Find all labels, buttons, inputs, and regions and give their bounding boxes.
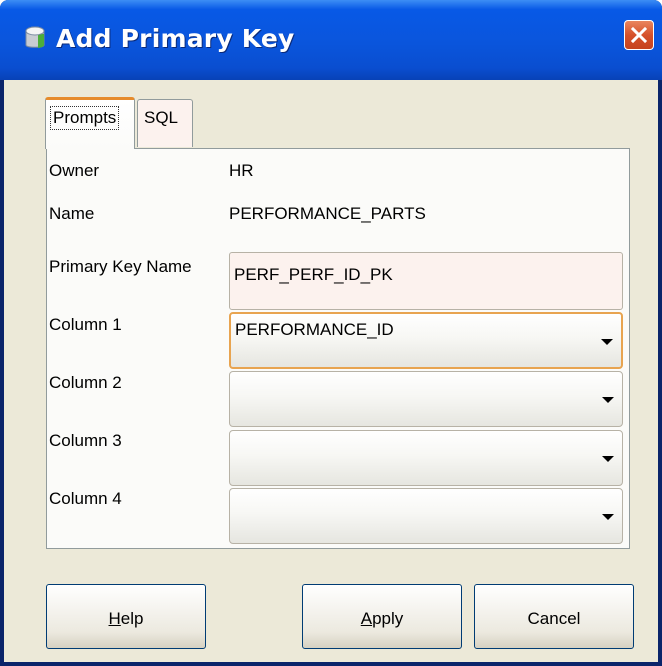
database-icon xyxy=(25,26,45,48)
close-icon xyxy=(630,26,648,44)
primary-key-name-input[interactable]: PERF_PERF_ID_PK xyxy=(229,252,623,310)
chevron-down-icon xyxy=(602,397,614,403)
tab-sql[interactable]: SQL xyxy=(137,99,193,147)
column-1-label: Column 1 xyxy=(49,315,122,334)
chevron-down-icon xyxy=(602,456,614,462)
tab-prompts[interactable]: Prompts xyxy=(45,97,135,149)
help-button[interactable]: Help xyxy=(46,584,206,649)
column-2-select[interactable] xyxy=(229,371,623,427)
tab-prompts-label: Prompts xyxy=(50,106,120,130)
close-button[interactable] xyxy=(624,20,654,50)
add-primary-key-dialog: Add Primary Key Prompts SQL Owner HR Nam… xyxy=(0,0,662,666)
column-4-select[interactable] xyxy=(229,488,623,544)
name-label: Name xyxy=(49,204,95,223)
title-bar[interactable]: Add Primary Key xyxy=(0,0,662,80)
help-button-label: Help xyxy=(108,609,144,628)
chevron-down-icon xyxy=(601,339,613,345)
primary-key-name-value: PERF_PERF_ID_PK xyxy=(234,265,393,284)
chevron-down-icon xyxy=(602,514,614,520)
prompts-panel: Owner HR Name PERFORMANCE_PARTS Primary … xyxy=(46,148,630,549)
column-2-label: Column 2 xyxy=(49,373,122,392)
cancel-button-label: Cancel xyxy=(527,609,581,628)
tab-sql-label: SQL xyxy=(144,108,179,127)
cancel-button[interactable]: Cancel xyxy=(474,584,634,649)
dialog-title: Add Primary Key xyxy=(56,24,295,53)
owner-label: Owner xyxy=(49,161,100,180)
name-value: PERFORMANCE_PARTS xyxy=(229,204,426,223)
primary-key-name-label: Primary Key Name xyxy=(49,257,192,276)
column-3-select[interactable] xyxy=(229,430,623,486)
apply-button[interactable]: Apply xyxy=(302,584,462,649)
apply-button-label: Apply xyxy=(360,609,404,628)
column-1-select[interactable]: PERFORMANCE_ID xyxy=(229,312,623,369)
dialog-body: Prompts SQL Owner HR Name PERFORMANCE_PA… xyxy=(4,80,658,662)
column-4-label: Column 4 xyxy=(49,489,122,508)
column-3-label: Column 3 xyxy=(49,431,122,450)
column-1-value: PERFORMANCE_ID xyxy=(235,320,394,339)
owner-value: HR xyxy=(229,161,254,180)
